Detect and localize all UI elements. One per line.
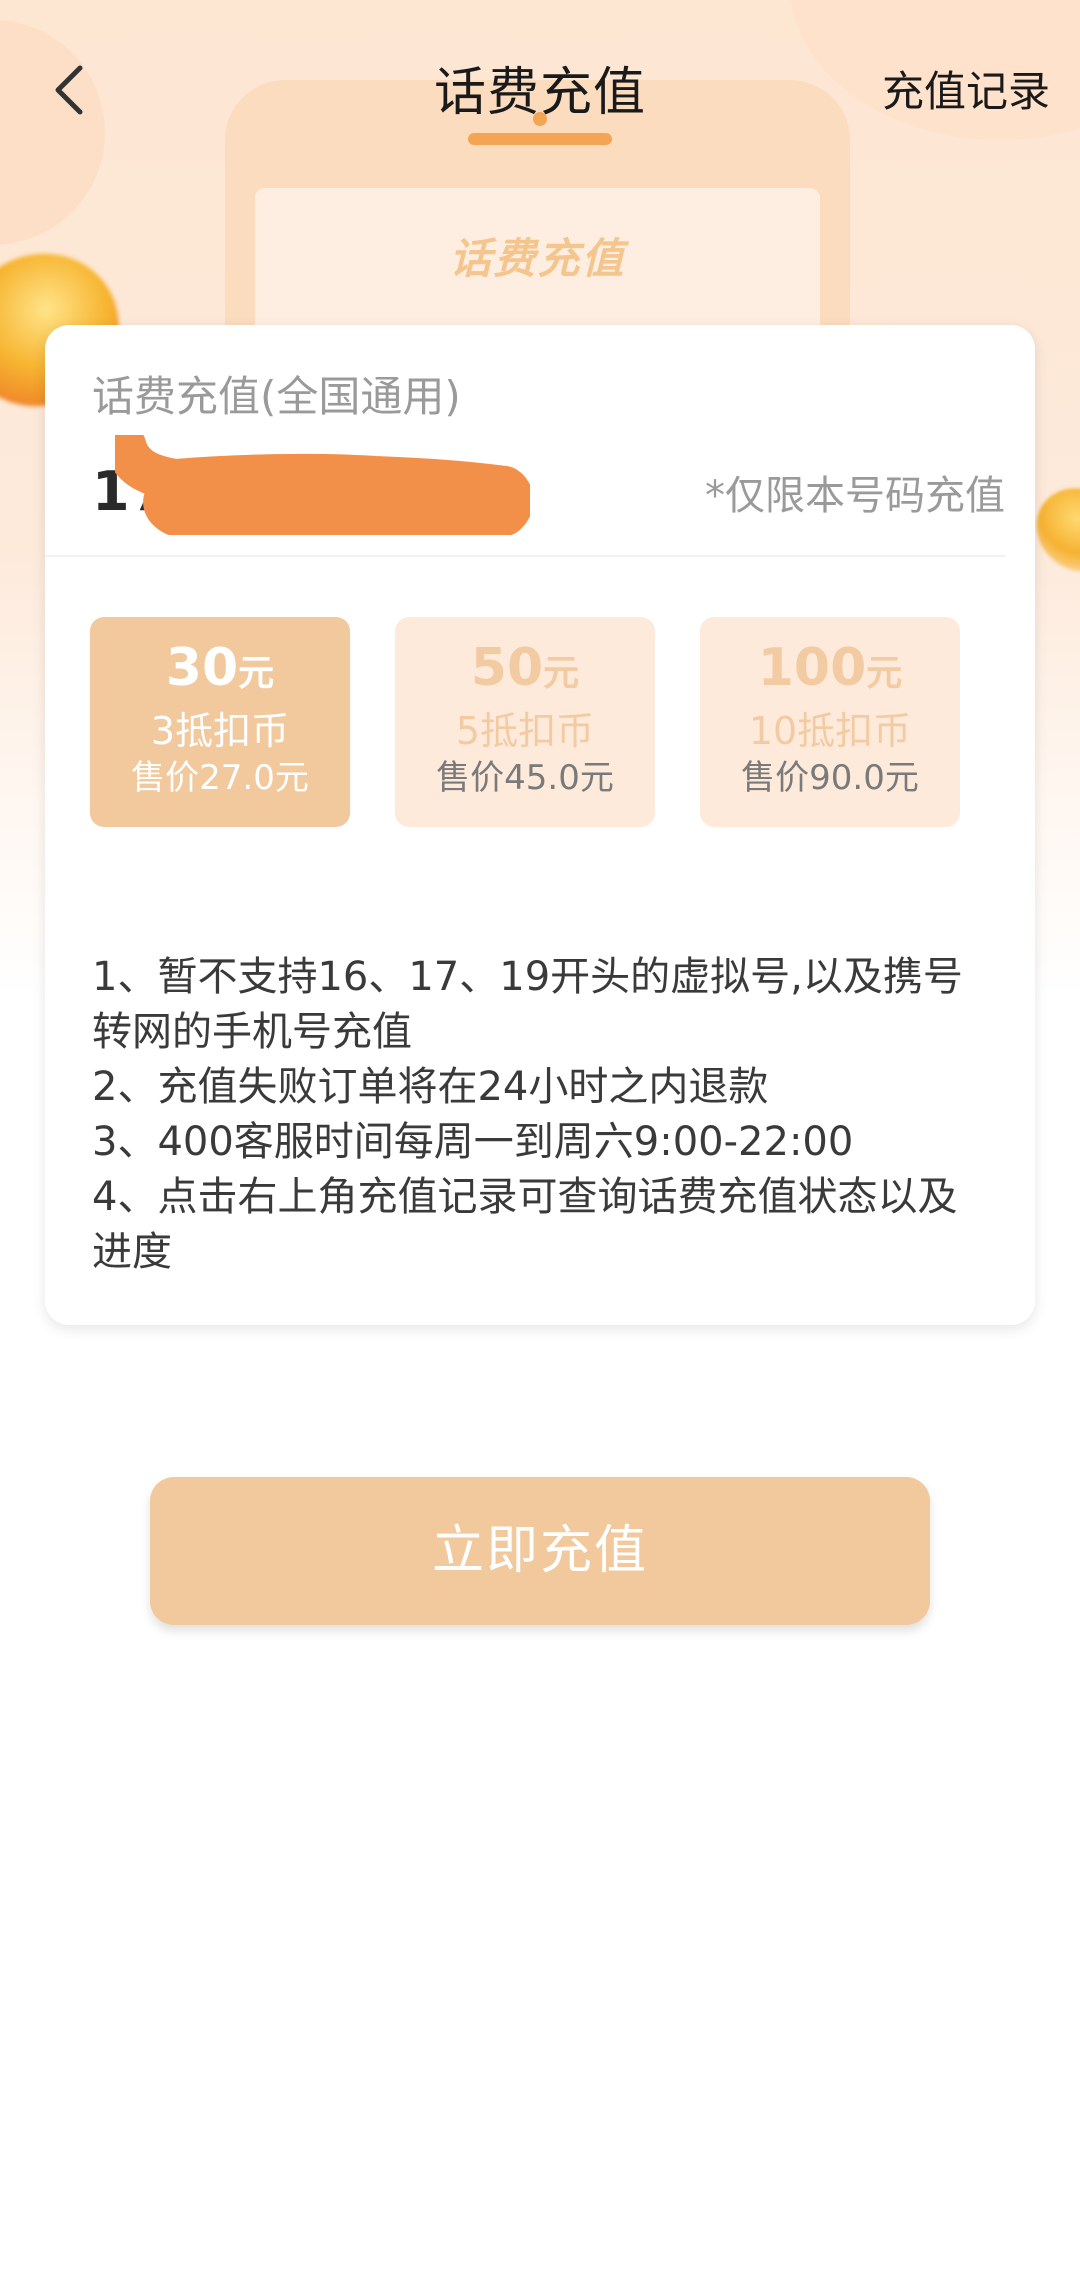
top-bar: 话费充值 充值记录 — [0, 40, 1080, 150]
recharge-card: 话费充值(全国通用) 17 *仅限本号码充值 30元 3抵扣币 售价27.0元 … — [45, 325, 1035, 1325]
title-underline — [468, 133, 612, 145]
limit-note: *仅限本号码充值 — [705, 473, 1005, 519]
amount-option-30[interactable]: 30元 3抵扣币 售价27.0元 — [90, 617, 350, 827]
option-amount: 50元 — [470, 638, 580, 698]
option-coin: 10抵扣币 — [748, 709, 912, 753]
title-decoration-dot — [533, 112, 547, 126]
amount-option-50[interactable]: 50元 5抵扣币 售价45.0元 — [395, 617, 655, 827]
note-item: 2、充值失败订单将在24小时之内退款 — [92, 1064, 769, 1110]
amount-option-100[interactable]: 100元 10抵扣币 售价90.0元 — [700, 617, 960, 827]
option-price: 售价27.0元 — [131, 758, 309, 798]
option-price: 售价90.0元 — [741, 758, 919, 798]
note-item: 4、点击右上角充值记录可查询话费充值状态以及进度 — [92, 1174, 958, 1275]
note-item: 3、400客服时间每周一到周六9:00-22:00 — [92, 1119, 854, 1165]
chevron-left-icon[interactable] — [48, 60, 92, 120]
option-price: 售价45.0元 — [436, 758, 614, 798]
option-coin: 3抵扣币 — [150, 709, 290, 753]
notes-list: 1、暂不支持16、17、19开头的虚拟号,以及携号转网的手机号充值 2、充值失败… — [92, 950, 992, 1280]
divider — [45, 555, 1005, 557]
recharge-history-link[interactable]: 充值记录 — [882, 58, 1050, 119]
option-coin: 5抵扣币 — [455, 709, 595, 753]
redaction-scribble — [115, 435, 530, 535]
card-title: 话费充值(全国通用) — [92, 372, 461, 421]
option-amount: 100元 — [757, 638, 903, 698]
phone-illustration-text: 话费充值 — [449, 234, 626, 283]
note-item: 1、暂不支持16、17、19开头的虚拟号,以及携号转网的手机号充值 — [92, 954, 963, 1055]
option-amount: 30元 — [165, 638, 275, 698]
recharge-now-button[interactable]: 立即充值 — [150, 1477, 930, 1625]
